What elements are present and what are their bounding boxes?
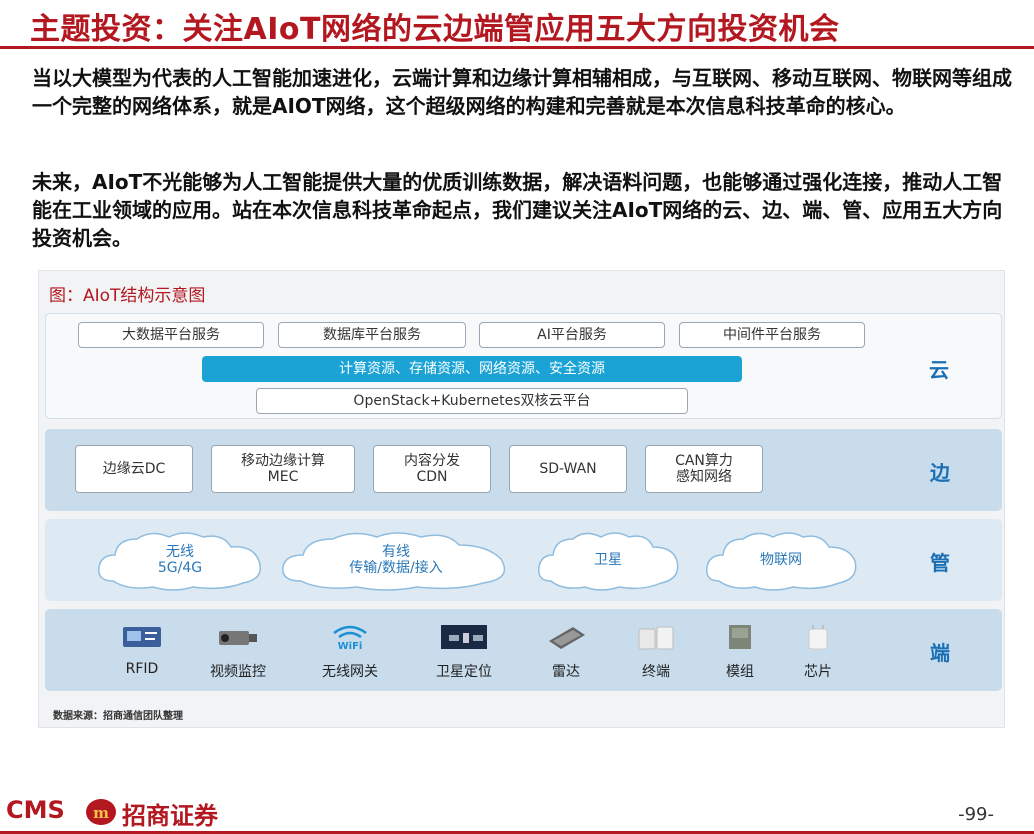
cms-logo-text: CMS <box>6 796 65 824</box>
terminal-icon <box>633 623 679 651</box>
edge-item: SD-WAN <box>509 445 627 493</box>
data-source-note: 数据来源：招商通信团队整理 <box>53 711 183 722</box>
terminal-item: 卫星定位 <box>429 623 499 681</box>
radar-icon <box>543 623 589 651</box>
camera-icon <box>215 623 261 651</box>
edge-layer-label: 边 <box>930 461 950 485</box>
intro-paragraph: 当以大模型为代表的人工智能加速进化，云端计算和边缘计算相辅相成，与互联网、移动互… <box>32 66 1012 118</box>
rfid-card-icon <box>119 623 165 651</box>
pipe-layer-label: 管 <box>930 551 950 575</box>
module-icon <box>717 623 763 651</box>
terminal-item: 模组 <box>705 623 775 681</box>
pipe-cloud: 有线 传输/数据/接入 <box>277 527 515 593</box>
wifi-icon: WiFi <box>327 623 373 652</box>
aiot-structure-figure: 图：AIoT结构示意图 大数据平台服务 数据库平台服务 AI平台服务 中间件平台… <box>38 270 1005 728</box>
satellite-icon <box>441 623 487 651</box>
edge-item: 移动边缘计算 MEC <box>211 445 355 493</box>
cloud-platform: OpenStack+Kubernetes双核云平台 <box>256 388 688 414</box>
service-database: 数据库平台服务 <box>278 322 466 348</box>
terminal-item: 雷达 <box>531 623 601 681</box>
cloud-layer-label: 云 <box>929 358 949 382</box>
resources-bar: 计算资源、存储资源、网络资源、安全资源 <box>202 356 742 382</box>
pipe-cloud: 无线 5G/4G <box>93 527 267 593</box>
page-title: 主题投资：关注AIoT网络的云边端管应用五大方向投资机会 <box>30 12 840 47</box>
svg-text:WiFi: WiFi <box>338 641 363 651</box>
cloud-layer: 大数据平台服务 数据库平台服务 AI平台服务 中间件平台服务 计算资源、存储资源… <box>45 313 1002 419</box>
terminal-item: WiFi 无线网关 <box>315 623 385 681</box>
edge-layer: 边缘云DC 移动边缘计算 MEC 内容分发 CDN SD-WAN CAN算力 感知网络… <box>45 429 1002 511</box>
figure-caption: 图：AIoT结构示意图 <box>49 286 206 306</box>
svg-text:m: m <box>93 804 109 822</box>
title-divider <box>0 46 1034 49</box>
edge-item: CAN算力 感知网络 <box>645 445 763 493</box>
terminal-item: 终端 <box>621 623 691 681</box>
pipe-cloud: 物联网 <box>701 527 861 593</box>
edge-item: 边缘云DC <box>75 445 193 493</box>
pipe-cloud: 卫星 <box>533 527 683 593</box>
chip-icon <box>795 623 841 651</box>
cms-logo-icon: m <box>84 797 118 827</box>
terminal-item: 芯片 <box>783 623 853 681</box>
edge-item: 内容分发 CDN <box>373 445 491 493</box>
terminal-item: 视频监控 <box>203 623 273 681</box>
terminal-layer-label: 端 <box>930 641 950 665</box>
pipe-layer: 无线 5G/4G 有线 传输/数据/接入 卫星 物联网 管 <box>45 519 1002 601</box>
service-bigdata: 大数据平台服务 <box>78 322 264 348</box>
terminal-item: RFID <box>107 623 177 677</box>
outlook-paragraph: 未来，AIoT不光能够为人工智能提供大量的优质训练数据，解决语料问题，也能够通过… <box>32 170 1003 250</box>
service-middleware: 中间件平台服务 <box>679 322 865 348</box>
company-name: 招商证券 <box>122 802 218 830</box>
service-ai: AI平台服务 <box>479 322 665 348</box>
terminal-layer: RFID 视频监控 WiFi 无线网关 卫星定位 雷达 终端 模组 芯片 端 <box>45 609 1002 691</box>
page-number: -99- <box>958 804 994 825</box>
